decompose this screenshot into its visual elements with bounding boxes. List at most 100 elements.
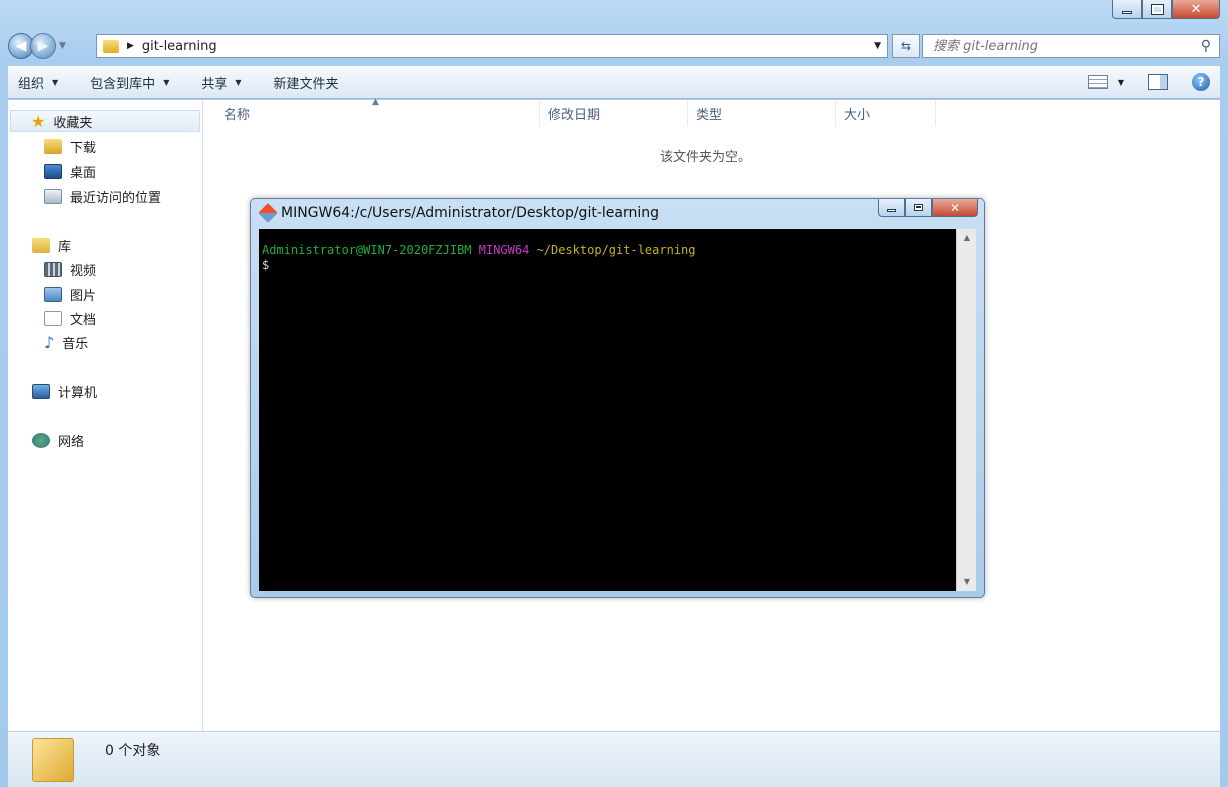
change-view-button[interactable]: ▼ (1087, 75, 1124, 89)
column-name-label: 名称 (224, 107, 251, 123)
video-icon (44, 262, 62, 277)
terminal-title: MINGW64:/c/Users/Administrator/Desktop/g… (281, 205, 659, 221)
column-header-type[interactable]: 类型 (688, 100, 836, 126)
minimize-icon (1122, 10, 1132, 14)
nav-item-downloads[interactable]: 下载 (44, 137, 96, 156)
column-size-label: 大小 (844, 107, 871, 123)
nav-item-music[interactable]: ♪ 音乐 (44, 333, 88, 352)
terminal-scrollbar[interactable]: ▲ ▼ (956, 229, 976, 591)
chevron-down-icon: ▼ (1117, 77, 1124, 87)
mingw-terminal-window[interactable]: MINGW64:/c/Users/Administrator/Desktop/g… (250, 198, 985, 598)
network-icon (32, 433, 50, 448)
maximize-icon (914, 204, 923, 211)
nav-item-network[interactable]: 网络 (32, 431, 84, 450)
terminal-minimize-button[interactable] (878, 199, 905, 217)
nav-item-label: 文档 (70, 313, 97, 328)
column-headers: 名称 ▲ 修改日期 类型 大小 (204, 97, 1220, 126)
scroll-up-icon[interactable]: ▲ (957, 229, 977, 247)
maximize-icon (1150, 3, 1164, 15)
sort-ascending-icon: ▲ (372, 97, 379, 107)
nav-item-computer[interactable]: 计算机 (32, 382, 97, 401)
library-icon (32, 238, 50, 253)
item-count: 0 个对象 (105, 743, 161, 759)
new-folder-label: 新建文件夹 (273, 77, 339, 92)
document-icon (44, 311, 62, 326)
folder-icon (103, 39, 119, 53)
new-folder-button[interactable]: 新建文件夹 (274, 73, 339, 92)
search-icon[interactable]: ⚲ (1201, 38, 1211, 54)
nav-item-label: 视频 (70, 264, 97, 279)
nav-item-videos[interactable]: 视频 (44, 260, 96, 279)
address-row: ◀ ▶ ▼ ▶ git-learning ▼ ⇆ ⚲ (8, 32, 1220, 60)
column-date-label: 修改日期 (548, 107, 601, 123)
nav-item-label: 音乐 (62, 337, 89, 352)
close-icon: ✕ (1190, 1, 1202, 17)
command-bar: 组织 ▼ 包含到库中 ▼ 共享 ▼ 新建文件夹 ▼ ? (8, 66, 1220, 99)
forward-button[interactable]: ▶ (30, 33, 56, 59)
close-icon: ✕ (949, 200, 961, 215)
refresh-button[interactable]: ⇆ (892, 34, 920, 58)
maximize-button[interactable] (1142, 0, 1172, 19)
recent-places-icon (44, 189, 62, 204)
nav-item-desktop[interactable]: 桌面 (44, 162, 96, 181)
terminal-caption-buttons: ✕ (878, 199, 978, 217)
prompt-line: Administrator@WIN7-2020FZJIBM MINGW64 ~/… (262, 243, 953, 258)
nav-item-recent-places[interactable]: 最近访问的位置 (44, 187, 161, 206)
nav-item-label: 收藏夹 (53, 115, 93, 131)
search-input[interactable] (933, 38, 1173, 54)
chevron-down-icon: ▼ (235, 78, 242, 87)
nav-item-documents[interactable]: 文档 (44, 309, 96, 328)
refresh-icon: ⇆ (900, 39, 912, 53)
nav-item-label: 网络 (58, 435, 85, 450)
column-type-label: 类型 (696, 107, 723, 123)
recent-pages-dropdown[interactable]: ▼ (59, 41, 69, 51)
breadcrumb-current[interactable]: git-learning (142, 39, 217, 54)
status-bar: 0 个对象 (8, 731, 1220, 787)
help-icon[interactable]: ? (1192, 73, 1210, 91)
organize-label: 组织 (18, 77, 45, 92)
include-in-library-label: 包含到库中 (90, 77, 156, 92)
organize-menu[interactable]: 组织 ▼ (18, 73, 58, 92)
back-arrow-icon: ◀ (15, 38, 27, 54)
nav-item-favorites[interactable]: ★ 收藏夹 (10, 110, 200, 132)
nav-item-label: 下载 (70, 141, 97, 156)
terminal-title-bar[interactable]: MINGW64:/c/Users/Administrator/Desktop/g… (258, 203, 659, 223)
preview-pane-icon[interactable] (1148, 74, 1168, 90)
address-dropdown-icon[interactable]: ▼ (874, 41, 881, 51)
minimize-button[interactable] (1112, 0, 1142, 19)
nav-item-label: 计算机 (58, 386, 98, 401)
column-header-date-modified[interactable]: 修改日期 (540, 100, 688, 126)
include-in-library-menu[interactable]: 包含到库中 ▼ (90, 73, 169, 92)
git-icon (258, 203, 278, 223)
terminal-close-button[interactable]: ✕ (932, 199, 978, 217)
music-note-icon: ♪ (44, 333, 55, 352)
nav-item-libraries[interactable]: 库 (32, 236, 71, 255)
breadcrumb-chevron-icon[interactable]: ▶ (127, 41, 134, 51)
prompt-symbol: $ (262, 258, 270, 272)
column-header-size[interactable]: 大小 (836, 100, 936, 126)
nav-item-label: 桌面 (70, 166, 97, 181)
navigation-pane: ★ 收藏夹 下载 桌面 最近访问的位置 库 视频 图片 文档 ♪ 音乐 计算机 … (8, 100, 203, 731)
close-button[interactable]: ✕ (1172, 0, 1220, 19)
forward-arrow-icon: ▶ (37, 38, 49, 54)
nav-item-label: 最近访问的位置 (70, 191, 162, 206)
empty-folder-message: 该文件夹为空。 (660, 150, 752, 165)
downloads-folder-icon (44, 139, 62, 154)
share-label: 共享 (201, 77, 228, 92)
star-icon: ★ (31, 111, 46, 131)
nav-item-label: 库 (58, 240, 72, 255)
terminal-maximize-button[interactable] (905, 199, 932, 217)
view-options-icon (1087, 75, 1108, 89)
search-box: ⚲ (922, 34, 1220, 58)
address-bar[interactable]: ▶ git-learning ▼ (96, 34, 888, 58)
share-menu[interactable]: 共享 ▼ (201, 73, 241, 92)
scroll-down-icon[interactable]: ▼ (957, 573, 977, 591)
toolbar-right: ▼ ? (1087, 73, 1210, 91)
prompt-user: Administrator@WIN7-2020FZJIBM (262, 243, 472, 257)
prompt-path: ~/Desktop/git-learning (536, 243, 696, 257)
column-header-name[interactable]: 名称 ▲ (204, 97, 540, 126)
nav-item-pictures[interactable]: 图片 (44, 285, 96, 304)
minimize-icon (887, 208, 896, 212)
desktop-icon (44, 164, 62, 179)
terminal-output[interactable]: Administrator@WIN7-2020FZJIBM MINGW64 ~/… (259, 229, 956, 591)
